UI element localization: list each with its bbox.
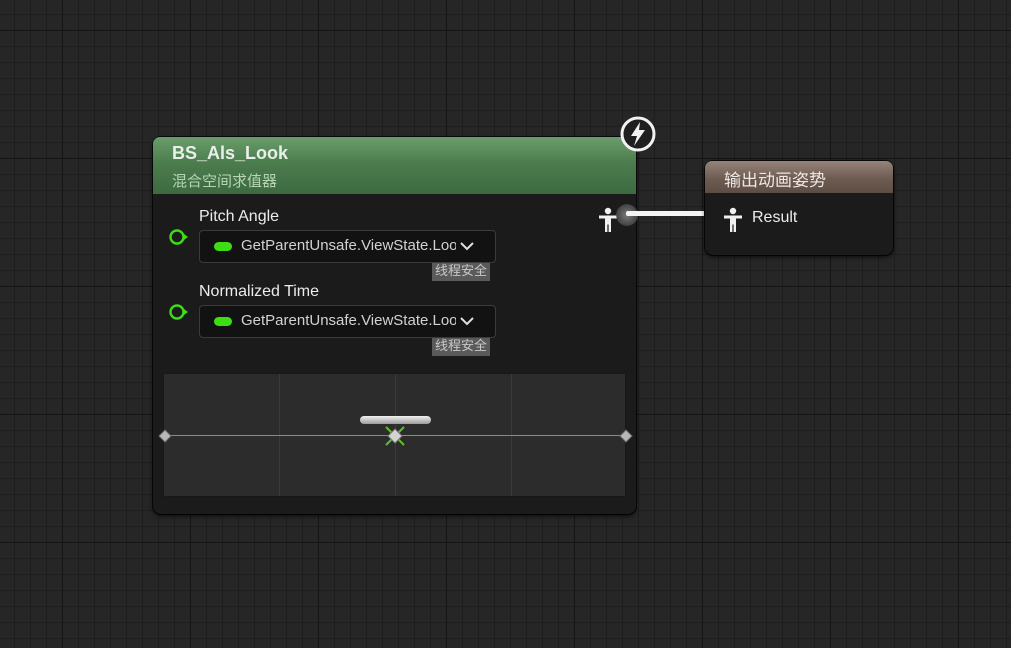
node-title: BS_Als_Look (172, 143, 289, 163)
result-pin-label: Result (752, 209, 798, 226)
preview-cursor-icon[interactable] (383, 424, 407, 448)
binding-type-icon (214, 242, 232, 251)
pose-connection-wire[interactable] (626, 211, 710, 216)
pitch-angle-label: Pitch Angle (199, 208, 280, 225)
node-subtitle: 混合空间求值器 (172, 172, 278, 190)
sample-highlight-bar (360, 416, 431, 424)
lightning-bolt-icon (620, 116, 656, 152)
sample-point-icon[interactable] (158, 429, 172, 443)
thread-safe-badge: 线程安全 (432, 263, 491, 281)
blendspace-evaluator-node[interactable]: BS_Als_Look 混合空间求值器 Pitch Angle GetParen… (153, 137, 638, 514)
blendspace-preview[interactable] (158, 373, 633, 497)
binding-type-icon (214, 317, 232, 326)
node-header[interactable]: BS_Als_Look 混合空间求值器 (153, 137, 636, 194)
node-header[interactable]: 输出动画姿势 (705, 161, 893, 193)
normalized-time-binding-dropdown[interactable]: GetParentUnsafe.ViewState.LookNormalized… (199, 305, 496, 338)
output-node-title: 输出动画姿势 (724, 171, 826, 191)
pose-input-pin-icon[interactable] (722, 207, 744, 233)
pitch-angle-binding-value: GetParentUnsafe.ViewState.LookPitchAngle (241, 237, 456, 254)
chevron-down-icon (460, 317, 474, 326)
thread-safe-badge: 线程安全 (432, 338, 491, 356)
normalized-time-pin-icon[interactable] (168, 302, 188, 322)
normalized-time-label: Normalized Time (199, 283, 320, 300)
normalized-time-binding-value: GetParentUnsafe.ViewState.LookNormalized… (241, 312, 456, 329)
sample-point-icon[interactable] (619, 429, 633, 443)
pitch-angle-pin-icon[interactable] (168, 227, 188, 247)
chevron-down-icon (460, 242, 474, 251)
output-pose-node[interactable]: 输出动画姿势 Result (705, 161, 893, 255)
pitch-angle-binding-dropdown[interactable]: GetParentUnsafe.ViewState.LookPitchAngle (199, 230, 496, 263)
